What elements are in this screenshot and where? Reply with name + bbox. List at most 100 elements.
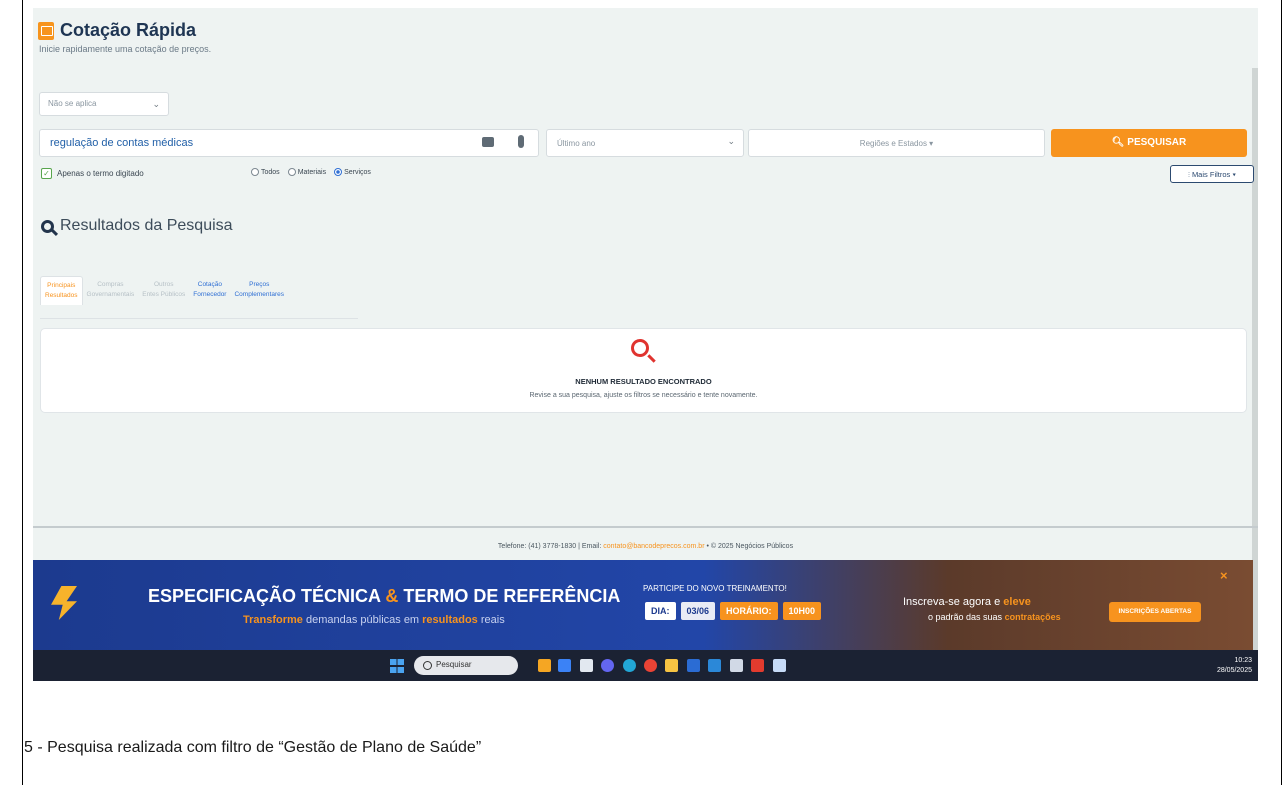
tab-label-line2: Entes Públicos (142, 291, 186, 298)
page-title: Cotação Rápida (60, 20, 197, 40)
period-select[interactable]: Último ano ⌄ (546, 129, 744, 157)
banner-training-text: PARTICIPE DO NOVO TREINAMENTO! (643, 584, 787, 593)
banner-invite-line1: Inscreva-se agora e eleve (903, 596, 1031, 608)
edge-icon[interactable] (623, 659, 636, 672)
tab-label-line1: Preços (249, 281, 270, 288)
windows-start-icon[interactable] (390, 659, 404, 673)
app-l-icon[interactable] (687, 659, 700, 672)
search-icon: 🔍︎ (1111, 137, 1125, 148)
windows-taskbar: Pesquisar 10:23 28/05/2025 (33, 650, 1258, 681)
teams-icon[interactable] (601, 659, 614, 672)
empty-message: Revise a sua pesquisa, ajuste os filtros… (529, 392, 758, 399)
search-input-value: regulação de contas médicas (50, 137, 194, 149)
tab-label-line1: Cotação (197, 281, 222, 288)
invite-highlight: contratações (1004, 612, 1061, 622)
chevron-down-icon: ⌄ (152, 99, 160, 109)
applicability-value: Não se aplica (48, 99, 97, 108)
banner-subtitle: Transforme demandas públicas em resultad… (243, 614, 505, 626)
tab-label-line1: Compras (97, 281, 124, 288)
tab-precos-complementares[interactable]: Preços Complementares (230, 276, 288, 305)
document-icon[interactable] (773, 659, 786, 672)
search-button-label: PESQUISAR (1127, 137, 1187, 148)
banner-invite-line2: o padrão das suas contratações (928, 612, 1061, 622)
camera-icon[interactable] (482, 137, 494, 147)
radio-button[interactable] (251, 168, 259, 176)
banner-sub-highlight: Transforme (243, 614, 303, 626)
tab-label-line2: Fornecedor (193, 291, 227, 298)
search-icon (41, 219, 54, 233)
more-filters-button[interactable]: ⫶ Mais Filtros ▾ (1170, 165, 1254, 183)
regions-select[interactable]: Regiões e Estados ▾ (748, 129, 1045, 157)
banner-title-part2: TERMO DE REFERÊNCIA (398, 586, 621, 606)
banner-title: ESPECIFICAÇÃO TÉCNICA & TERMO DE REFERÊN… (148, 586, 620, 607)
page-header: Cotação Rápida (38, 20, 196, 41)
tab-label-line1: Outros (153, 281, 174, 288)
chrome-icon[interactable] (644, 659, 657, 672)
page-subtitle: Inicie rapidamente uma cotação de preços… (39, 44, 212, 54)
banner-title-part1: ESPECIFICAÇÃO TÉCNICA (148, 586, 386, 606)
taskbar-search[interactable]: Pesquisar (414, 656, 518, 675)
radio-button[interactable] (287, 168, 296, 176)
day-label: DIA: (645, 602, 676, 620)
clock-time: 10:23 (1234, 657, 1252, 664)
period-value: Último ano (557, 139, 596, 148)
invite-text: o padrão das suas (928, 612, 1005, 622)
more-filters-label: Mais Filtros ▾ (1191, 170, 1237, 179)
exact-term-option[interactable]: ✓ Apenas o termo digitado (41, 168, 144, 179)
banner-sub-highlight: resultados (422, 614, 478, 626)
tab-outros-entes-publicos[interactable]: Outros Entes Públicos (138, 276, 189, 305)
mail-icon[interactable] (708, 659, 721, 672)
tab-label-line2: Governamentais (86, 291, 135, 298)
footer-copyright: • © 2025 Negócios Públicos (704, 543, 794, 550)
results-heading: Resultados da Pesquisa (41, 217, 233, 235)
microphone-icon[interactable] (518, 135, 524, 148)
footer-email-link[interactable]: contato@bancodeprecos.com.br (603, 543, 704, 550)
pdf-reader-icon[interactable] (751, 659, 764, 672)
radio-materiais[interactable]: Materiais (287, 168, 327, 176)
radio-label: Todos (261, 168, 280, 176)
task-view-icon[interactable] (580, 659, 593, 672)
results-heading-text: Resultados da Pesquisa (60, 217, 233, 234)
radio-button[interactable] (334, 168, 343, 176)
results-tabs: Principais Resultados Compras Governamen… (40, 276, 288, 305)
registration-button[interactable]: INSCRIÇÕES ABERTAS (1109, 602, 1201, 622)
radio-todos[interactable]: Todos (251, 168, 280, 176)
time-label: HORÁRIO: (720, 602, 778, 620)
category-radio-group: Todos Materiais Serviços (251, 168, 371, 176)
promo-banner[interactable]: ESPECIFICAÇÃO TÉCNICA & TERMO DE REFERÊN… (33, 560, 1253, 650)
filter-icon: ⫶ (1187, 170, 1190, 179)
search-input[interactable]: regulação de contas médicas (39, 129, 539, 157)
people-icon[interactable] (558, 659, 571, 672)
radio-servicos[interactable]: Serviços (334, 168, 371, 176)
system-clock[interactable]: 10:23 28/05/2025 (1217, 656, 1252, 676)
widgets-icon[interactable] (538, 659, 551, 672)
screenshot: Cotação Rápida Inicie rapidamente uma co… (33, 8, 1258, 681)
brand-logo-icon (51, 586, 77, 620)
exact-term-label: Apenas o termo digitado (57, 169, 144, 178)
invite-highlight: eleve (1003, 596, 1031, 608)
exact-term-checkbox[interactable]: ✓ (41, 168, 52, 179)
banner-schedule: DIA: 03/06 HORÁRIO: 10H00 (645, 602, 822, 620)
footer-phone: Telefone: (41) 3778-1830 | Email: (497, 543, 604, 550)
radio-label: Serviços (344, 168, 371, 176)
tab-principais-resultados[interactable]: Principais Resultados (40, 276, 83, 305)
chevron-down-icon: ⌄ (727, 136, 735, 146)
applicability-select[interactable]: Não se aplica ⌄ (39, 92, 169, 116)
search-button[interactable]: 🔍︎ PESQUISAR (1051, 129, 1247, 157)
tab-cotacao-fornecedor[interactable]: Cotação Fornecedor (189, 276, 230, 305)
empty-results-card: NENHUM RESULTADO ENCONTRADO Revise a sua… (40, 328, 1247, 413)
empty-title: NENHUM RESULTADO ENCONTRADO (575, 377, 712, 386)
screenshot-app-icon[interactable] (730, 659, 743, 672)
day-value: 03/06 (680, 602, 716, 620)
no-results-icon (631, 339, 649, 357)
tab-label-line1: Principais (47, 282, 76, 289)
clock-date: 28/05/2025 (1216, 667, 1252, 674)
footer-divider (33, 526, 1258, 528)
file-explorer-icon[interactable] (665, 659, 678, 672)
close-icon[interactable]: × (1220, 568, 1228, 583)
quote-document-icon (38, 21, 54, 40)
radio-label: Materiais (297, 168, 327, 176)
banner-title-amp: & (385, 586, 399, 606)
tab-compras-governamentais[interactable]: Compras Governamentais (83, 276, 139, 305)
regions-value: Regiões e Estados ▾ (859, 139, 934, 148)
